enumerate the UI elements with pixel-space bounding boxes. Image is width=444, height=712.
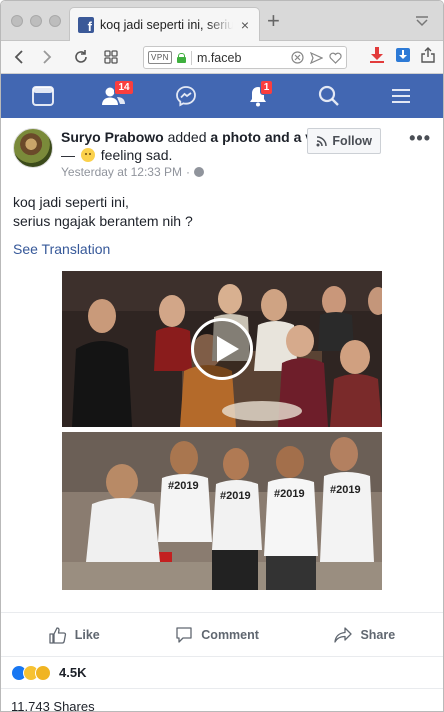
post-meta: Yesterday at 12:33 PM · — [61, 165, 431, 179]
friend-requests-badge: 14 — [114, 80, 134, 95]
video-thumbnail[interactable] — [62, 271, 382, 427]
grid-icon — [104, 50, 118, 64]
reload-button[interactable] — [69, 45, 93, 69]
window-controls — [11, 15, 61, 27]
address-bar[interactable]: VPN m.faceb — [143, 46, 347, 69]
reactions-summary[interactable]: 4.5K — [1, 656, 443, 688]
url-text[interactable]: m.faceb — [197, 51, 285, 65]
tab-close-icon[interactable]: × — [239, 17, 251, 33]
post-text-line-1: koq jadi seperti ini, — [13, 194, 129, 210]
news-feed-icon — [31, 86, 54, 106]
nav-friend-requests[interactable]: 14 — [92, 76, 136, 116]
meta-separator: · — [185, 165, 190, 179]
like-label: Like — [74, 627, 100, 642]
wow-reaction-icon — [35, 664, 51, 681]
share-label: Share — [360, 627, 396, 642]
group-photo-2-image — [62, 432, 382, 590]
sad-face-icon — [80, 148, 95, 162]
nav-news-feed[interactable] — [21, 76, 65, 116]
messenger-icon — [176, 86, 197, 107]
nav-search[interactable] — [307, 76, 351, 116]
post-actions: Like Comment Share — [1, 612, 443, 656]
post-timestamp[interactable]: Yesterday at 12:33 PM — [61, 165, 182, 179]
save-to-icon[interactable] — [395, 46, 411, 64]
tab-list-icon[interactable] — [415, 15, 429, 27]
navigation-toolbar: VPN m.faceb — [1, 41, 443, 74]
share-page-icon[interactable] — [421, 46, 435, 64]
share-arrow-icon — [334, 626, 353, 643]
post-verb: added — [167, 129, 207, 145]
see-translation-link[interactable]: See Translation — [13, 241, 431, 257]
reaction-count: 4.5K — [59, 665, 87, 680]
comment-icon — [176, 626, 192, 643]
feeling-dash: — — [61, 147, 75, 163]
tab-title: koq jadi seperti ini, serius ngajak bera… — [100, 17, 233, 32]
zoom-window-button[interactable] — [49, 15, 61, 27]
new-tab-button[interactable]: + — [267, 10, 280, 32]
back-arrow-icon — [14, 50, 23, 64]
rss-icon — [316, 135, 328, 146]
facebook-favicon-icon: f — [78, 16, 94, 33]
reaction-icons — [11, 664, 51, 681]
menu-icon — [392, 89, 411, 103]
author-avatar[interactable] — [13, 128, 53, 168]
browser-window: f koq jadi seperti ini, serius ngajak be… — [0, 0, 444, 712]
browser-tab[interactable]: f koq jadi seperti ini, serius ngajak be… — [69, 7, 260, 41]
search-icon — [319, 85, 340, 106]
thumbs-up-icon — [49, 626, 66, 644]
shirt-text-3: #2019 — [274, 488, 305, 500]
minimize-window-button[interactable] — [30, 15, 42, 27]
author-name[interactable]: Suryo Prabowo — [61, 129, 164, 145]
speed-dial-button[interactable] — [99, 45, 123, 69]
shirt-text-2: #2019 — [220, 490, 251, 502]
nav-notifications[interactable]: 1 — [236, 76, 280, 116]
follow-label: Follow — [332, 134, 372, 148]
comment-button[interactable]: Comment — [175, 626, 259, 644]
url-divider — [190, 50, 192, 65]
post-body: koq jadi seperti ini, serius ngajak bera… — [13, 193, 431, 231]
reload-icon — [75, 50, 87, 63]
send-icon[interactable] — [309, 51, 323, 65]
photo-thumbnail[interactable]: #2019 #2019 #2019 #2019 — [62, 432, 382, 590]
post-text-line-2: serius ngajak berantem nih ? — [13, 213, 193, 229]
follow-button[interactable]: Follow — [307, 128, 381, 154]
back-button[interactable] — [7, 45, 31, 69]
post-header: Suryo Prabowo added a photo and a video … — [13, 128, 431, 179]
share-button[interactable]: Share — [334, 626, 395, 644]
shares-count[interactable]: 11,743 Shares — [1, 688, 443, 711]
shirt-text-4: #2019 — [330, 484, 361, 496]
nav-messenger[interactable] — [164, 76, 208, 116]
heart-icon[interactable] — [328, 51, 342, 65]
feeling-text: feeling sad. — [100, 147, 173, 163]
title-bar: f koq jadi seperti ini, serius ngajak be… — [1, 1, 443, 41]
vpn-badge[interactable]: VPN — [148, 51, 172, 64]
globe-icon — [193, 167, 204, 177]
shirt-text-1: #2019 — [168, 480, 199, 492]
close-window-button[interactable] — [11, 15, 23, 27]
lock-icon[interactable] — [176, 52, 186, 63]
download-icon[interactable] — [369, 46, 385, 64]
play-video-button[interactable] — [191, 318, 253, 380]
like-button[interactable]: Like — [49, 626, 100, 644]
more-options-icon[interactable]: ••• — [409, 129, 431, 147]
clear-url-icon[interactable] — [290, 51, 304, 65]
nav-menu[interactable] — [379, 76, 423, 116]
comment-label: Comment — [201, 627, 259, 642]
toolbar-right — [369, 46, 435, 64]
feed-post: Suryo Prabowo added a photo and a video … — [1, 118, 443, 590]
notifications-badge: 1 — [259, 80, 274, 95]
post-media: #2019 #2019 #2019 #2019 — [62, 271, 382, 590]
forward-arrow-icon — [43, 50, 52, 64]
forward-button[interactable] — [35, 45, 59, 69]
facebook-nav-bar: 14 1 — [1, 74, 443, 118]
